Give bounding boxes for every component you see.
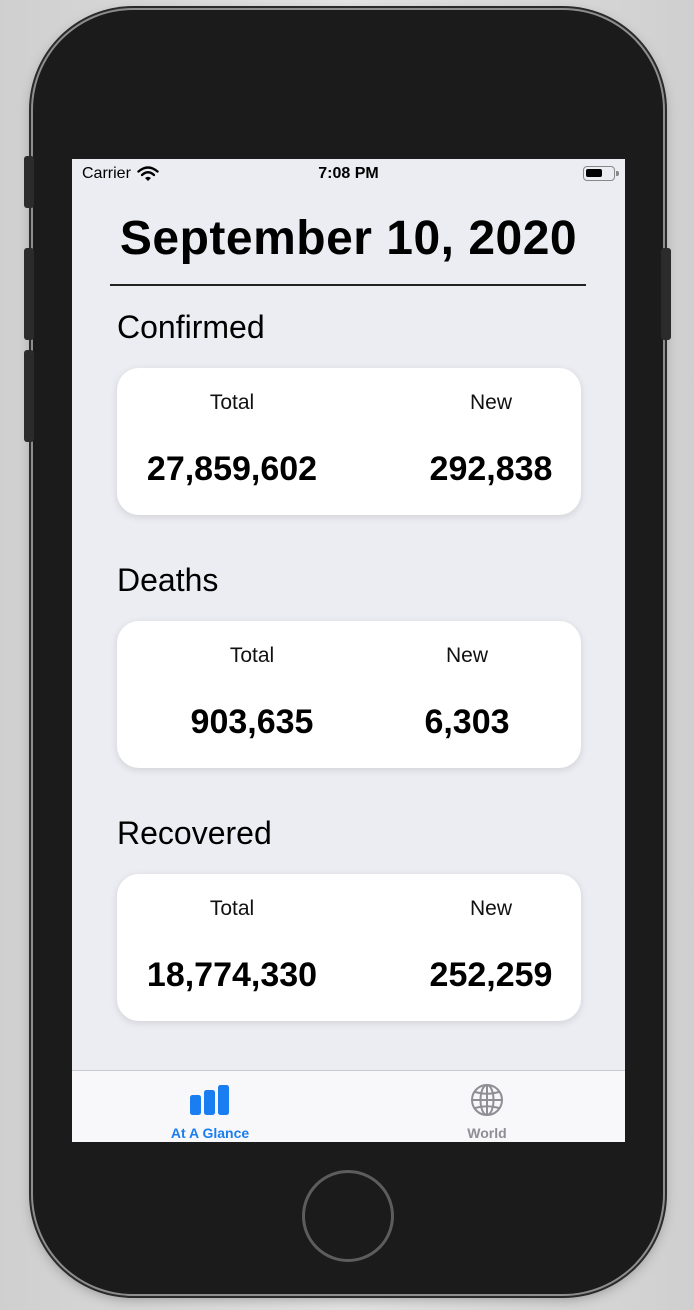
battery-level xyxy=(586,169,602,177)
status-time: 7:08 PM xyxy=(318,165,379,182)
confirmed-card: Total 27,859,602 New 292,838 xyxy=(117,368,581,515)
section-title-deaths: Deaths xyxy=(117,562,219,598)
power-button xyxy=(661,248,671,340)
total-label: Total xyxy=(229,644,275,667)
volume-down-button xyxy=(24,350,34,442)
confirmed-total: Total 27,859,602 xyxy=(132,368,332,515)
deaths-card: Total 903,635 New 6,303 xyxy=(117,621,581,768)
new-label: New xyxy=(445,644,488,667)
tab-label-at-a-glance: At A Glance xyxy=(170,1125,250,1141)
recovered-card: Total 18,774,330 New 252,259 xyxy=(117,874,581,1021)
app-screen: Carrier 7:08 PM September 10, 2020 Confi… xyxy=(72,159,625,1142)
new-label: New xyxy=(469,897,512,920)
total-value: 903,635 xyxy=(190,703,314,741)
total-label: Total xyxy=(209,897,255,920)
new-label: New xyxy=(469,391,512,414)
total-value: 27,859,602 xyxy=(146,450,318,488)
new-value: 252,259 xyxy=(429,956,553,994)
section-title-confirmed: Confirmed xyxy=(117,309,265,345)
status-bar: Carrier 7:08 PM xyxy=(72,159,625,189)
recovered-new: New 252,259 xyxy=(391,874,591,1021)
new-value: 292,838 xyxy=(429,450,553,488)
new-value: 6,303 xyxy=(424,703,510,741)
deaths-total: Total 903,635 xyxy=(152,621,352,768)
mute-switch xyxy=(24,156,34,208)
page-title: September 10, 2020 xyxy=(119,212,578,265)
tab-world[interactable]: World xyxy=(387,1071,587,1142)
tab-label-world: World xyxy=(467,1125,507,1141)
globe-icon xyxy=(471,1084,503,1116)
recovered-total: Total 18,774,330 xyxy=(132,874,332,1021)
bar-chart-icon xyxy=(190,1085,229,1115)
battery-icon xyxy=(583,166,619,181)
confirmed-new: New 292,838 xyxy=(391,368,591,515)
tab-at-a-glance[interactable]: At A Glance xyxy=(110,1071,310,1142)
home-button[interactable] xyxy=(302,1170,394,1262)
total-value: 18,774,330 xyxy=(146,956,318,994)
volume-up-button xyxy=(24,248,34,340)
title-divider xyxy=(110,284,586,286)
tab-bar: At A Glance World xyxy=(72,1070,625,1142)
section-title-recovered: Recovered xyxy=(117,815,272,851)
total-label: Total xyxy=(209,391,255,414)
deaths-new: New 6,303 xyxy=(367,621,567,768)
